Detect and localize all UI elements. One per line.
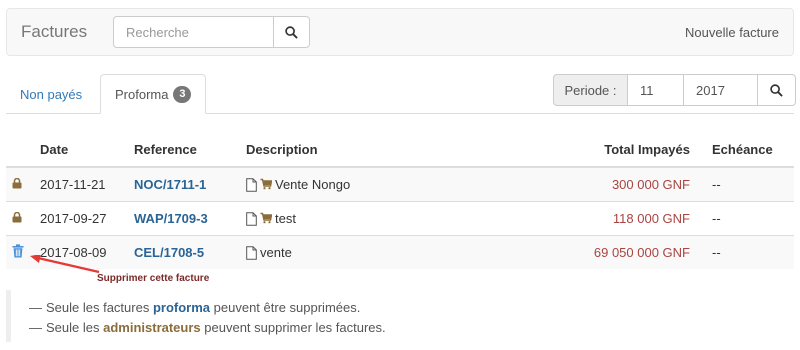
trash-icon <box>12 244 24 258</box>
annotation-label: Supprimer cette facture <box>97 273 210 284</box>
table-header-row: Date Reference Description Total Impayés… <box>6 133 794 168</box>
row-status <box>6 200 34 235</box>
note1-after: peuvent être supprimées. <box>213 300 361 315</box>
row-description: vente <box>240 234 450 269</box>
note1-before: Seule les factures <box>46 300 150 315</box>
proforma-count-badge: 3 <box>173 85 192 103</box>
note-line-2: — Seule les administrateurs peuvent suppr… <box>29 320 386 335</box>
lock-icon <box>12 211 22 222</box>
search-button[interactable] <box>273 16 310 48</box>
row-reference-link[interactable]: NOC/1711-1 <box>134 177 206 192</box>
header-reference: Reference <box>128 133 240 168</box>
table-row: 2017-09-27 WAP/1709-3 test 118 000 GNF -… <box>6 200 794 235</box>
row-status <box>6 166 34 201</box>
row-total: 118 000 GNF <box>612 210 690 226</box>
period-year-input[interactable] <box>684 74 758 106</box>
new-invoice-link[interactable]: Nouvelle facture <box>685 25 779 40</box>
search-icon <box>770 83 783 97</box>
note2-before: Seule les <box>46 320 100 335</box>
period-filter: Periode : <box>553 74 796 106</box>
notes-blockquote: — Seule les factures proforma peuvent êtr… <box>6 290 794 342</box>
row-reference-link[interactable]: WAP/1709-3 <box>134 211 208 226</box>
document-icon <box>246 177 257 192</box>
table-row: 2017-11-21 NOC/1711-1 Vente Nongo 300 00… <box>6 166 794 201</box>
row-description: test <box>240 200 450 235</box>
row-description-text: Vente Nongo <box>275 176 351 192</box>
header-description: Description <box>240 133 450 168</box>
cart-icon <box>260 212 272 223</box>
search-input[interactable] <box>113 16 273 48</box>
header-total: Total Impayés <box>450 133 696 168</box>
top-navbar: Factures Nouvelle facture <box>6 8 794 56</box>
row-date: 2017-09-27 <box>34 200 128 235</box>
lock-icon <box>12 177 22 189</box>
note1-highlight: proforma <box>152 300 211 315</box>
row-due: -- <box>696 234 794 269</box>
row-due: -- <box>696 200 794 235</box>
header-icon <box>6 133 34 168</box>
header-date: Date <box>34 133 128 168</box>
row-description: Vente Nongo <box>240 166 450 201</box>
row-description-text: test <box>275 210 296 226</box>
row-total: 69 050 000 GNF <box>593 244 690 260</box>
cart-icon <box>260 178 272 190</box>
table-row: 2017-08-09 CEL/1708-5 vente 69 050 000 G… <box>6 234 794 269</box>
note2-after: peuvent supprimer les factures. <box>204 320 386 335</box>
row-due: -- <box>696 166 794 201</box>
tab-unpaid-label: Non payés <box>20 86 83 102</box>
search-icon <box>285 25 298 39</box>
document-icon <box>246 211 257 226</box>
invoices-table: Date Reference Description Total Impayés… <box>6 133 794 269</box>
tab-unpaid[interactable]: Non payés <box>6 74 96 114</box>
period-month-input[interactable] <box>628 74 684 106</box>
row-reference-link[interactable]: CEL/1708-5 <box>134 245 204 260</box>
tab-proforma-label: Proforma <box>115 86 169 102</box>
page-title: Factures <box>21 22 88 41</box>
period-search-button[interactable] <box>758 74 796 106</box>
note-line-1: — Seule les factures proforma peuvent êtr… <box>29 300 361 315</box>
row-total: 300 000 GNF <box>611 176 690 192</box>
document-icon <box>246 245 257 260</box>
period-label: Periode : <box>553 74 628 106</box>
row-date: 2017-11-21 <box>34 166 128 201</box>
annotation-arrow <box>30 255 100 274</box>
header-due: Echéance <box>696 133 794 168</box>
note2-highlight: administrateurs <box>103 320 201 335</box>
tab-proforma[interactable]: Proforma 3 <box>100 74 206 114</box>
row-description-text: vente <box>260 244 292 260</box>
